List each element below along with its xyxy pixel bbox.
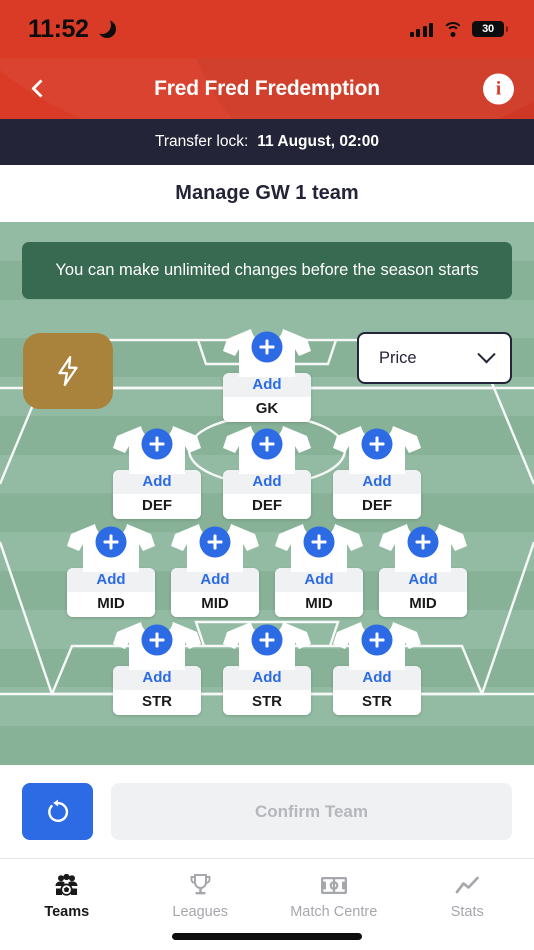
wifi-icon [442, 21, 463, 37]
notice-banner: You can make unlimited changes before th… [22, 242, 512, 299]
position-label: MID [171, 592, 259, 617]
add-player-plus-icon[interactable] [95, 526, 127, 558]
jersey-graphic [169, 520, 261, 576]
jersey-graphic [111, 422, 203, 478]
app-screen: 11:52 30 Fred Fred Fredemption i Transfe… [0, 0, 534, 950]
position-label: MID [275, 592, 363, 617]
status-bar-right: 30 [409, 21, 508, 37]
add-player-plus-icon[interactable] [141, 624, 173, 656]
reset-circular-arrow-icon [47, 799, 68, 822]
chevron-down-icon [477, 344, 496, 363]
player-slot-mid-3[interactable]: Add MID [269, 520, 369, 617]
tab-teams[interactable]: Teams [0, 873, 134, 920]
jersey-graphic [377, 520, 469, 576]
manage-team-title: Manage GW 1 team [175, 182, 359, 204]
tab-label: Match Centre [290, 904, 378, 920]
confirm-team-button[interactable]: Confirm Team [111, 783, 512, 840]
battery-level: 30 [482, 23, 494, 35]
player-slot-str-2[interactable]: Add STR [219, 618, 315, 715]
home-indicator [172, 933, 362, 940]
pitch-icon [320, 873, 347, 897]
transfer-lock-value: 11 August, 02:00 [257, 133, 380, 150]
player-slot-mid-2[interactable]: Add MID [165, 520, 265, 617]
page-title: Fred Fred Fredemption [154, 76, 380, 100]
player-slot-def-1[interactable]: Add DEF [109, 422, 205, 519]
price-filter-value: Price [379, 348, 417, 367]
add-player-plus-icon[interactable] [361, 428, 393, 460]
status-bar: 11:52 30 [0, 0, 534, 58]
jersey-graphic [273, 520, 365, 576]
tab-stats[interactable]: Stats [401, 873, 534, 920]
crescent-moon-icon [92, 16, 116, 38]
status-time: 11:52 [28, 14, 89, 43]
position-label: DEF [223, 494, 311, 519]
price-filter-dropdown[interactable]: Price [357, 332, 512, 384]
cellular-signal-icon [409, 22, 433, 37]
add-player-plus-icon[interactable] [407, 526, 439, 558]
player-slot-str-1[interactable]: Add STR [109, 618, 205, 715]
player-slot-gk-1[interactable]: Add GK [219, 325, 315, 422]
status-bar-left: 11:52 [28, 15, 116, 44]
battery-icon: 30 [472, 21, 508, 37]
player-slot-str-3[interactable]: Add STR [329, 618, 425, 715]
reset-team-button[interactable] [22, 783, 93, 840]
notice-text: You can make unlimited changes before th… [55, 261, 479, 279]
tab-label: Teams [44, 904, 90, 920]
jersey-graphic [111, 618, 203, 674]
chevron-left-icon [30, 79, 50, 98]
add-player-plus-icon[interactable] [251, 428, 283, 460]
add-player-plus-icon[interactable] [303, 526, 335, 558]
formation-row-str: Add STR Add STR Add STR [0, 618, 534, 715]
position-label: STR [113, 690, 201, 715]
lightning-bolt-icon [58, 356, 78, 386]
section-title-bar: Manage GW 1 team [0, 165, 534, 222]
info-circle-icon: i [495, 78, 502, 99]
trophy-icon [189, 873, 212, 897]
tab-label: Stats [450, 904, 484, 920]
position-label: DEF [333, 494, 421, 519]
app-header: Fred Fred Fredemption i [0, 58, 534, 119]
player-slot-mid-1[interactable]: Add MID [61, 520, 161, 617]
tab-label: Leagues [172, 904, 229, 920]
jersey-graphic [221, 325, 313, 381]
position-label: MID [379, 592, 467, 617]
team-people-football-icon [54, 873, 79, 897]
position-label: STR [223, 690, 311, 715]
jersey-graphic [221, 422, 313, 478]
transfer-lock-label: Transfer lock: [154, 133, 249, 150]
formation-grid: Add GK Add DEF Add DEF Add DEF Add MID Add MID Add… [0, 222, 534, 765]
player-slot-def-3[interactable]: Add DEF [329, 422, 425, 519]
position-label: STR [333, 690, 421, 715]
tab-leagues[interactable]: Leagues [134, 873, 268, 920]
player-slot-def-2[interactable]: Add DEF [219, 422, 315, 519]
formation-row-def: Add DEF Add DEF Add DEF [0, 422, 534, 519]
position-label: DEF [113, 494, 201, 519]
transfer-lock-bar: Transfer lock: 11 August, 02:00 [0, 119, 534, 165]
add-player-plus-icon[interactable] [251, 624, 283, 656]
add-player-plus-icon[interactable] [199, 526, 231, 558]
jersey-graphic [331, 422, 423, 478]
action-bar: Confirm Team [0, 765, 534, 858]
add-player-plus-icon[interactable] [141, 428, 173, 460]
info-button[interactable]: i [483, 73, 514, 104]
position-label: GK [223, 397, 311, 422]
line-chart-icon [455, 873, 480, 897]
pitch-area: You can make unlimited changes before th… [0, 222, 534, 765]
tab-match-centre[interactable]: Match Centre [267, 873, 401, 920]
confirm-team-label: Confirm Team [254, 801, 369, 821]
chip-boost-button[interactable] [23, 333, 113, 409]
player-slot-mid-4[interactable]: Add MID [373, 520, 473, 617]
jersey-graphic [331, 618, 423, 674]
back-button[interactable] [18, 69, 58, 109]
jersey-graphic [65, 520, 157, 576]
add-player-plus-icon[interactable] [251, 331, 283, 363]
formation-row-mid: Add MID Add MID Add MID Add MID [0, 520, 534, 617]
add-player-plus-icon[interactable] [361, 624, 393, 656]
position-label: MID [67, 592, 155, 617]
jersey-graphic [221, 618, 313, 674]
